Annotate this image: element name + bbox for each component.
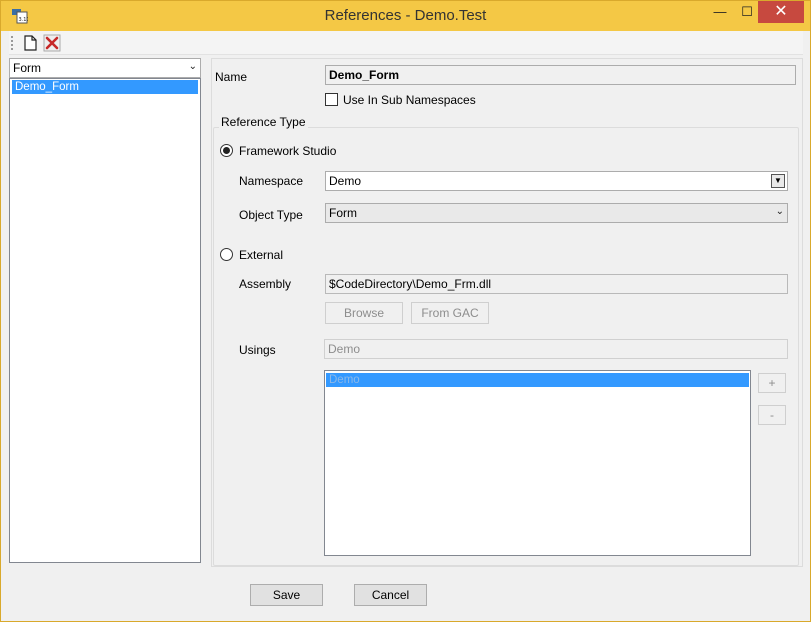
references-list[interactable]: Demo_Form xyxy=(9,78,201,563)
new-document-icon[interactable] xyxy=(21,34,39,52)
usings-value: Demo xyxy=(328,342,361,356)
name-label: Name xyxy=(215,70,248,84)
list-item[interactable]: Demo_Form xyxy=(12,80,198,94)
use-in-sub-namespaces-label[interactable]: Use In Sub Namespaces xyxy=(343,93,476,107)
chevron-down-icon: ⌄ xyxy=(188,61,197,72)
use-in-sub-namespaces-checkbox[interactable] xyxy=(325,93,338,106)
type-filter-value: Form xyxy=(13,61,41,75)
title-bar[interactable]: 3.11 References - Demo.Test — ☐ ✕ xyxy=(1,1,810,31)
namespace-label: Namespace xyxy=(239,174,304,188)
assembly-value: $CodeDirectory\Demo_Frm.dll xyxy=(329,277,492,291)
cancel-button[interactable]: Cancel xyxy=(354,584,427,606)
references-window: 3.11 References - Demo.Test — ☐ ✕ Form ⌄… xyxy=(0,0,811,622)
namespace-value: Demo xyxy=(329,174,362,188)
save-button[interactable]: Save xyxy=(250,584,323,606)
reference-type-title: Reference Type xyxy=(219,115,308,129)
toolbar xyxy=(9,31,803,55)
object-type-label: Object Type xyxy=(239,208,303,222)
remove-using-button[interactable]: - xyxy=(758,405,786,425)
delete-x-icon[interactable] xyxy=(43,34,61,52)
chevron-down-icon: ⌄ xyxy=(775,206,784,217)
namespace-dropdown[interactable]: Demo ▼ xyxy=(325,171,788,191)
assembly-field[interactable]: $CodeDirectory\Demo_Frm.dll xyxy=(325,274,788,294)
name-field[interactable]: Demo_Form xyxy=(325,65,796,85)
external-radio[interactable] xyxy=(220,248,233,261)
list-item-label: Demo xyxy=(329,374,360,386)
from-gac-button[interactable]: From GAC xyxy=(411,302,489,324)
object-type-value: Form xyxy=(329,206,357,220)
add-using-button[interactable]: + xyxy=(758,373,786,393)
external-label[interactable]: External xyxy=(239,248,283,262)
framework-studio-radio[interactable] xyxy=(220,144,233,157)
usings-list[interactable]: Demo xyxy=(324,370,751,556)
list-item[interactable]: Demo xyxy=(326,373,749,387)
framework-studio-label[interactable]: Framework Studio xyxy=(239,144,336,158)
assembly-label: Assembly xyxy=(239,277,292,291)
close-button[interactable]: ✕ xyxy=(758,1,804,23)
minimize-button[interactable]: — xyxy=(705,1,735,23)
usings-field[interactable]: Demo xyxy=(324,339,788,359)
name-field-value: Demo_Form xyxy=(329,68,400,82)
window-title: References - Demo.Test xyxy=(324,7,487,24)
object-type-dropdown[interactable]: Form ⌄ xyxy=(325,203,788,223)
list-item-label: Demo_Form xyxy=(15,81,79,93)
toolbar-grip[interactable] xyxy=(11,36,13,50)
type-filter-dropdown[interactable]: Form ⌄ xyxy=(9,58,201,78)
dropdown-arrow-icon[interactable]: ▼ xyxy=(771,174,785,188)
usings-label: Usings xyxy=(239,343,276,357)
browse-button[interactable]: Browse xyxy=(325,302,403,324)
